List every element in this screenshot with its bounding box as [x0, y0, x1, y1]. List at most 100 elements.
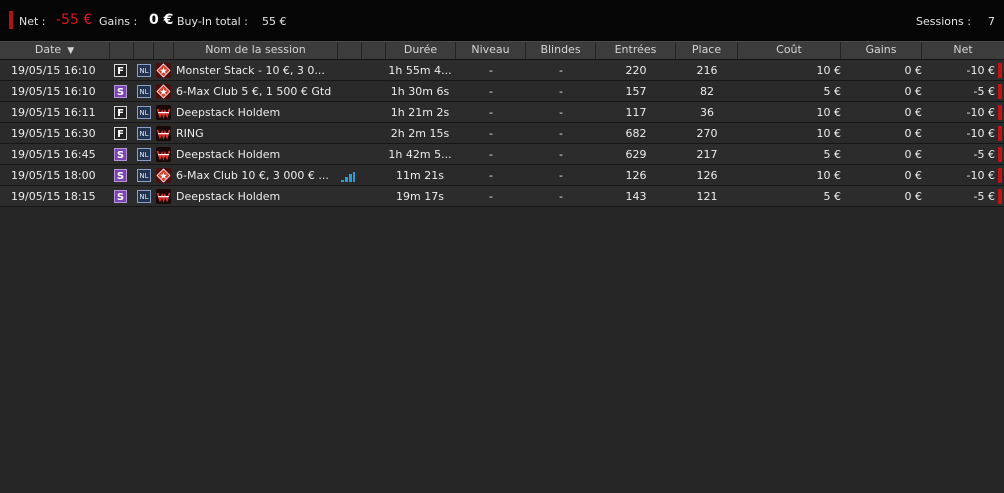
type-badge: S — [114, 148, 127, 161]
blindes-cell: - — [559, 169, 563, 182]
column-header-entrees[interactable]: Entrées — [596, 42, 676, 59]
duree-cell: 2h 2m 15s — [390, 127, 450, 140]
winamax-icon — [156, 105, 171, 120]
gains-cell: 0 € — [904, 85, 923, 98]
date-cell: 19/05/15 16:45 — [11, 148, 96, 161]
blindes-cell: - — [559, 64, 563, 77]
niveau-cell: - — [489, 169, 493, 182]
pokerstars-icon — [156, 63, 171, 78]
session-name[interactable]: Monster Stack - 10 €, 3 0... — [176, 60, 336, 80]
net-value: -55 € — [56, 12, 93, 28]
cout-cell: 5 € — [823, 85, 842, 98]
game-type-badge: NL — [137, 85, 151, 98]
gains-cell: 0 € — [904, 127, 923, 140]
column-header-type[interactable] — [110, 42, 134, 59]
column-header-entrees-label: Entrées — [614, 43, 657, 56]
net-cell: -10 € — [966, 64, 995, 77]
table-row[interactable]: 19/05/15 16:10 F NL Monster Stack - 10 €, 3… — [0, 60, 1004, 81]
column-header-niveau-label: Niveau — [471, 43, 510, 56]
column-header-chart[interactable] — [338, 42, 362, 59]
table-row[interactable]: 19/05/15 16:30 F NL RING 2h 2m 15s - - 682 270 10… — [0, 123, 1004, 144]
winamax-icon — [156, 126, 171, 141]
date-cell: 19/05/15 16:10 — [11, 64, 96, 77]
niveau-cell: - — [489, 85, 493, 98]
net-cell: -10 € — [966, 106, 995, 119]
column-header-net[interactable]: Net — [922, 42, 1004, 59]
entrees-cell: 157 — [625, 85, 647, 98]
column-header-duree[interactable]: Durée — [386, 42, 456, 59]
column-header-place[interactable]: Place — [676, 42, 738, 59]
table-row[interactable]: 19/05/15 16:11 F NL Deepstack Holdem 1h 21m … — [0, 102, 1004, 123]
place-cell: 126 — [696, 169, 718, 182]
pokerstars-icon — [156, 168, 171, 183]
duree-cell: 11m 21s — [396, 169, 444, 182]
duree-cell: 1h 55m 4... — [388, 64, 452, 77]
session-name[interactable]: Deepstack Holdem — [176, 102, 336, 122]
table-row[interactable]: 19/05/15 18:00 S NL 6-Max Club 10 €, 3 000 … — [0, 165, 1004, 186]
winamax-icon — [156, 189, 171, 204]
column-header-gains-label: Gains — [865, 43, 897, 56]
duree-cell: 1h 42m 5... — [388, 148, 452, 161]
column-header-date[interactable]: Date ▼ — [0, 42, 110, 59]
column-header-cout[interactable]: Coût — [738, 42, 841, 59]
blindes-cell: - — [559, 127, 563, 140]
column-header-date-label: Date — [34, 43, 62, 56]
niveau-cell: - — [489, 106, 493, 119]
game-type-badge: NL — [137, 148, 151, 161]
gains-cell: 0 € — [904, 190, 923, 203]
session-name[interactable]: RING — [176, 123, 336, 143]
net-marker — [998, 126, 1002, 141]
blindes-cell: - — [559, 106, 563, 119]
column-header-niveau[interactable]: Niveau — [456, 42, 526, 59]
gains-cell: 0 € — [904, 106, 923, 119]
net-label: Net : — [19, 15, 46, 28]
session-name[interactable]: Deepstack Holdem — [176, 186, 336, 206]
table-row[interactable]: 19/05/15 16:10 S NL 6-Max Club 5 €, 1 500 €… — [0, 81, 1004, 102]
type-badge: S — [114, 169, 127, 182]
column-header-name-label: Nom de la session — [205, 43, 306, 56]
entrees-cell: 126 — [625, 169, 647, 182]
type-badge: F — [114, 127, 127, 140]
column-header-duree-label: Durée — [403, 43, 438, 56]
sort-descending-icon: ▼ — [67, 46, 75, 56]
net-cell: -5 € — [973, 148, 995, 161]
column-header-place-label: Place — [691, 43, 722, 56]
bar-chart-icon[interactable] — [341, 170, 355, 182]
gains-cell: 0 € — [904, 169, 923, 182]
column-header-room[interactable] — [154, 42, 174, 59]
niveau-cell: - — [489, 127, 493, 140]
session-name[interactable]: 6-Max Club 5 €, 1 500 € Gtd — [176, 81, 336, 101]
column-header-name[interactable]: Nom de la session — [174, 42, 338, 59]
column-header-game[interactable] — [134, 42, 154, 59]
niveau-cell: - — [489, 64, 493, 77]
duree-cell: 19m 17s — [396, 190, 444, 203]
session-name[interactable]: Deepstack Holdem — [176, 144, 336, 164]
net-marker — [998, 84, 1002, 99]
table-row[interactable]: 19/05/15 16:45 S NL Deepstack Holdem 1h 42m … — [0, 144, 1004, 165]
column-header-blindes-label: Blindes — [540, 43, 581, 56]
column-header-gains[interactable]: Gains — [841, 42, 922, 59]
column-header-blindes[interactable]: Blindes — [526, 42, 596, 59]
net-marker — [998, 168, 1002, 183]
entrees-cell: 682 — [625, 127, 647, 140]
column-header-net-label: Net — [953, 43, 973, 56]
place-cell: 270 — [696, 127, 718, 140]
place-cell: 121 — [696, 190, 718, 203]
entrees-cell: 629 — [625, 148, 647, 161]
column-header-extra[interactable] — [362, 42, 386, 59]
net-marker — [998, 147, 1002, 162]
buyin-label: Buy-In total : — [177, 15, 248, 28]
table-row[interactable]: 19/05/15 18:15 S NL Deepstack Holdem 19m 17s… — [0, 186, 1004, 207]
place-cell: 36 — [700, 106, 714, 119]
entrees-cell: 220 — [625, 64, 647, 77]
sessions-value: 7 — [988, 15, 995, 28]
date-cell: 19/05/15 18:15 — [11, 190, 96, 203]
blindes-cell: - — [559, 85, 563, 98]
winamax-icon — [156, 147, 171, 162]
cout-cell: 10 € — [816, 106, 842, 119]
session-name[interactable]: 6-Max Club 10 €, 3 000 € ... — [176, 165, 336, 185]
net-cell: -5 € — [973, 190, 995, 203]
entrees-cell: 143 — [625, 190, 647, 203]
duree-cell: 1h 21m 2s — [390, 106, 450, 119]
place-cell: 216 — [696, 64, 718, 77]
